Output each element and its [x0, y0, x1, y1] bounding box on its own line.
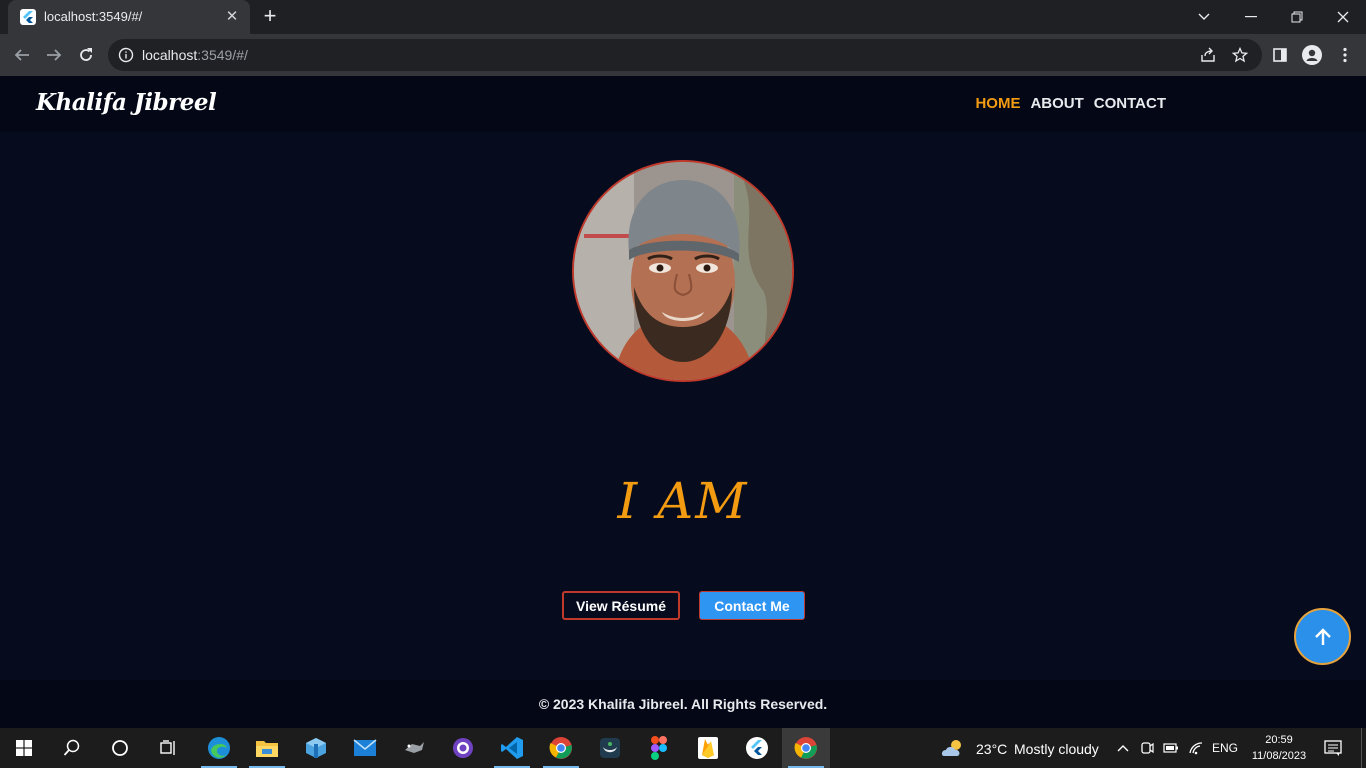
url-text: localhost:3549/#/ — [142, 47, 248, 63]
site-info-icon[interactable] — [118, 47, 134, 63]
notifications-icon[interactable] — [1316, 728, 1350, 768]
mongodb-compass-icon[interactable] — [586, 728, 634, 768]
copyright-text: © 2023 Khalifa Jibreel. All Rights Reser… — [538, 696, 828, 712]
share-icon[interactable] — [1198, 45, 1218, 65]
windows-taskbar: 23°C Mostly cloudy ENG 20:59 11/08/2023 — [0, 728, 1366, 768]
battery-icon[interactable] — [1160, 728, 1182, 768]
wifi-icon[interactable] — [1184, 728, 1208, 768]
bookmark-star-icon[interactable] — [1230, 45, 1250, 65]
tab-search-chevron-icon[interactable] — [1181, 0, 1227, 34]
tab-title: localhost:3549/#/ — [44, 9, 143, 24]
close-window-button[interactable] — [1320, 0, 1366, 34]
site-footer: © 2023 Khalifa Jibreel. All Rights Reser… — [0, 680, 1366, 728]
address-bar[interactable]: localhost:3549/#/ — [108, 39, 1262, 71]
nav-home[interactable]: HOME — [975, 95, 1020, 112]
forward-arrow-icon[interactable] — [42, 43, 66, 67]
clock-date: 11/08/2023 — [1251, 750, 1307, 762]
windows-start-icon[interactable] — [0, 728, 48, 768]
flutter-icon[interactable] — [733, 728, 781, 768]
figma-icon[interactable] — [635, 728, 683, 768]
show-desktop-button[interactable] — [1361, 728, 1366, 768]
back-arrow-icon[interactable] — [10, 43, 34, 67]
contact-me-button[interactable]: Contact Me — [699, 591, 805, 620]
browser-toolbar: localhost:3549/#/ — [0, 34, 1366, 76]
cortana-icon[interactable] — [96, 728, 144, 768]
profile-photo — [572, 160, 794, 382]
clock-time: 20:59 — [1265, 734, 1293, 746]
search-icon[interactable] — [48, 728, 96, 768]
vscode-icon[interactable] — [488, 728, 536, 768]
browser-menu-icon[interactable] — [1333, 43, 1357, 67]
reload-icon[interactable] — [74, 43, 98, 67]
azure-storage-explorer-icon[interactable] — [292, 728, 340, 768]
github-desktop-icon[interactable] — [439, 728, 487, 768]
browser-tab[interactable]: localhost:3549/#/ ✕ — [8, 0, 250, 34]
meet-now-icon[interactable] — [1136, 728, 1158, 768]
profile-circle — [1302, 45, 1322, 65]
weather-temperature[interactable]: 23°C — [976, 741, 1007, 757]
tab-close-icon[interactable]: ✕ — [222, 7, 242, 27]
weather-cloud-icon[interactable] — [932, 728, 976, 768]
arrow-up-icon — [1314, 627, 1331, 645]
chrome-active-icon[interactable] — [782, 728, 830, 768]
task-view-icon[interactable] — [144, 728, 192, 768]
input-language[interactable]: ENG — [1212, 741, 1238, 755]
site-header: Khalifa Jibreel HOME ABOUT CONTACT — [0, 76, 1366, 132]
hero-heading: I AM — [617, 472, 749, 530]
site-nav: HOME ABOUT CONTACT — [975, 95, 1166, 112]
firebase-icon[interactable] — [684, 728, 732, 768]
nav-about[interactable]: ABOUT — [1030, 95, 1083, 112]
edge-icon[interactable] — [195, 728, 243, 768]
profile-avatar-icon[interactable] — [1300, 43, 1324, 67]
hero-section: I AM View Résumé Contact Me — [0, 132, 1366, 680]
site-brand-logo[interactable]: Khalifa Jibreel — [36, 89, 217, 116]
chrome-icon[interactable] — [537, 728, 585, 768]
tray-chevron-up-icon[interactable] — [1112, 728, 1134, 768]
view-resume-button[interactable]: View Résumé — [562, 591, 680, 620]
new-tab-button[interactable]: + — [258, 5, 282, 29]
flutter-favicon-icon — [20, 9, 36, 25]
file-explorer-icon[interactable] — [243, 728, 291, 768]
system-clock[interactable]: 20:59 11/08/2023 — [1249, 732, 1309, 764]
scroll-to-top-button[interactable] — [1294, 608, 1351, 665]
nav-contact[interactable]: CONTACT — [1094, 95, 1166, 112]
url-host: localhost — [142, 47, 198, 63]
app-icon[interactable] — [390, 728, 438, 768]
mail-icon[interactable] — [341, 728, 389, 768]
restore-button[interactable] — [1274, 0, 1320, 34]
url-path: :3549/#/ — [197, 47, 248, 63]
weather-description[interactable]: Mostly cloudy — [1014, 741, 1099, 757]
browser-tabstrip: localhost:3549/#/ ✕ + — [0, 0, 1366, 34]
side-panel-icon[interactable] — [1268, 43, 1292, 67]
minimize-button[interactable] — [1228, 0, 1274, 34]
